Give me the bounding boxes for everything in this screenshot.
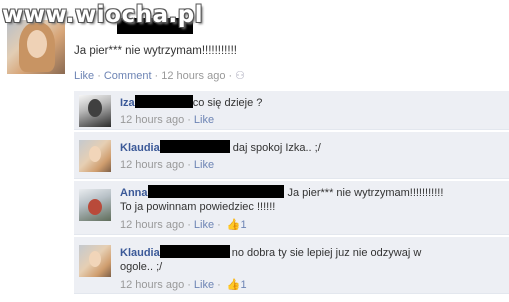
comment-item: Klaudia daj spokoj Izka.. ;/ 12 hours ago… [74, 131, 509, 179]
like-count[interactable]: 1 [240, 219, 246, 231]
commenter-avatar[interactable] [79, 140, 111, 172]
redacted-surname [134, 95, 193, 108]
comment-like-link[interactable]: Like [194, 219, 214, 231]
comment-like-link[interactable]: Like [194, 159, 214, 171]
commenter-name[interactable]: Anna [120, 187, 148, 199]
redacted-surname [159, 140, 230, 153]
comment-like-link[interactable]: Like [194, 114, 214, 126]
comment-meta: 12 hours ago · Like [120, 159, 215, 171]
comment-meta: 12 hours ago · Like [120, 114, 215, 126]
commenter-name[interactable]: Klaudia [120, 247, 160, 259]
redacted-surname [147, 185, 284, 198]
comment-text: daj spokoj Izka.. ;/ [232, 142, 321, 154]
thumbs-up-icon[interactable]: 👍 [227, 279, 241, 291]
comment-item: Iza co się dzieje ? 12 hours ago · Like [74, 90, 509, 130]
redacted-surname [159, 245, 230, 258]
status-timestamp[interactable]: 12 hours ago [161, 70, 225, 82]
comment-like-link[interactable]: Like [194, 279, 214, 291]
comment-timestamp[interactable]: 12 hours ago [120, 114, 184, 126]
poster-avatar[interactable] [7, 20, 65, 74]
comment-text: co się dzieje ? [192, 97, 263, 109]
comment-meta: 12 hours ago · Like · 👍1 [120, 279, 247, 291]
comment-text: no dobra ty sie lepiej juz nie odzywaj w [231, 247, 422, 259]
friends-icon: ⚇ [235, 70, 245, 82]
comment-item: Anna Ja pier*** nie wytrzymam!!!!!!!!!!! … [74, 180, 509, 235]
comment-text-line2: To ja powinnam powiedziec !!!!!! [120, 201, 276, 213]
comment-meta: 12 hours ago · Like · 👍1 [120, 219, 247, 231]
comment-item: Klaudia no dobra ty sie lepiej juz nie od… [74, 236, 509, 294]
commenter-avatar[interactable] [79, 95, 111, 127]
status-text: Ja pier*** nie wytrzymam!!!!!!!!!!! [74, 45, 237, 57]
status-like-link[interactable]: Like [74, 70, 94, 82]
commenter-name[interactable]: Iza [120, 97, 135, 109]
thumbs-up-icon[interactable]: 👍 [227, 219, 241, 231]
watermark: www.wiocha.pl [2, 2, 204, 28]
comment-text: Ja pier*** nie wytrzymam!!!!!!!!!!! [287, 187, 444, 199]
status-comment-link[interactable]: Comment [104, 70, 152, 82]
commenter-name[interactable]: Klaudia [120, 142, 160, 154]
comment-timestamp[interactable]: 12 hours ago [120, 219, 184, 231]
comment-timestamp[interactable]: 12 hours ago [120, 159, 184, 171]
like-count[interactable]: 1 [240, 279, 246, 291]
commenter-avatar[interactable] [79, 245, 111, 277]
comment-timestamp[interactable]: 12 hours ago [120, 279, 184, 291]
status-actions: Like · Comment · 12 hours ago · ⚇ [74, 70, 245, 82]
commenter-avatar[interactable] [79, 189, 111, 221]
comment-text-line2: ogole.. ;/ [120, 261, 163, 273]
